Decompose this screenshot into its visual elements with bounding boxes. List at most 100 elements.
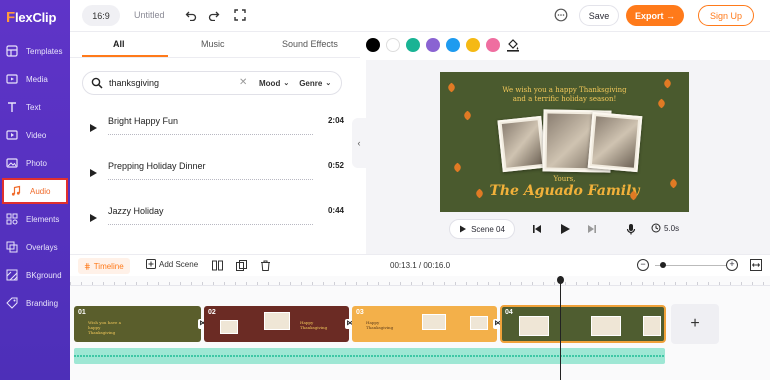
clip-thumbnail <box>470 316 488 330</box>
track-name: Jazzy Holiday <box>108 206 164 216</box>
play-icon[interactable] <box>88 168 98 178</box>
project-title[interactable]: Untitled <box>134 10 165 20</box>
list-item[interactable]: Bright Happy Fun 2:04 <box>88 114 344 148</box>
microphone-icon[interactable] <box>624 222 638 236</box>
sidebar-item-overlays[interactable]: Overlays <box>0 234 70 260</box>
search-input[interactable]: thanksgiving <box>109 78 239 88</box>
genre-dropdown[interactable]: Genre ⌄ <box>299 79 331 88</box>
track-waveform[interactable] <box>108 179 313 181</box>
search-icon <box>91 77 103 89</box>
scene-clip-selected[interactable]: 04 <box>500 305 666 343</box>
list-item[interactable]: Jazzy Holiday 0:44 <box>88 204 344 238</box>
track-waveform[interactable] <box>108 134 313 136</box>
track-duration: 0:44 <box>327 206 344 215</box>
sidebar-item-media[interactable]: Media <box>0 66 70 92</box>
audio-icon <box>10 185 22 197</box>
skip-back-icon[interactable] <box>530 222 544 236</box>
canvas-caption: We wish you a happy Thanksgiving and a t… <box>440 86 689 104</box>
list-item[interactable]: Prepping Holiday Dinner 0:52 <box>88 159 344 193</box>
zoom-out-button[interactable]: − <box>637 259 649 271</box>
flexclip-logo[interactable]: FlexClip <box>6 8 56 26</box>
aspect-ratio-button[interactable]: 16:9 <box>82 5 120 26</box>
swatch-white[interactable] <box>386 38 400 52</box>
background-icon <box>6 269 18 281</box>
sidebar-item-photo[interactable]: Photo <box>0 150 70 176</box>
playhead-handle[interactable] <box>557 276 564 284</box>
media-icon <box>6 73 18 85</box>
zoom-slider-handle[interactable] <box>660 262 666 268</box>
tab-music[interactable]: Music <box>201 39 225 49</box>
sidebar-item-templates[interactable]: Templates <box>0 38 70 64</box>
fullscreen-icon[interactable] <box>233 8 247 22</box>
sidebar-item-video[interactable]: Video <box>0 122 70 148</box>
swatch-yellow[interactable] <box>466 38 480 52</box>
fit-timeline-icon[interactable] <box>750 259 762 271</box>
duplicate-icon[interactable] <box>236 260 247 271</box>
sidebar-item-label: Branding <box>26 298 59 308</box>
chat-icon[interactable] <box>554 8 568 22</box>
skip-forward-icon[interactable] <box>585 222 599 236</box>
delete-icon[interactable] <box>260 260 271 271</box>
tab-sound-effects[interactable]: Sound Effects <box>282 39 338 49</box>
clear-icon[interactable]: ✕ <box>239 78 249 88</box>
sidebar-item-text[interactable]: Text <box>0 94 70 120</box>
swatch-black[interactable] <box>366 38 380 52</box>
add-scene-label: Add Scene <box>159 259 199 269</box>
chevron-left-icon: ‹ <box>357 138 361 148</box>
clip-number: 01 <box>78 309 86 316</box>
sidebar-item-branding[interactable]: Branding <box>0 290 70 316</box>
save-button[interactable]: Save <box>579 5 619 26</box>
video-canvas[interactable]: We wish you a happy Thanksgiving and a t… <box>440 72 689 212</box>
sidebar-item-bkground[interactable]: BKground <box>0 262 70 288</box>
sign-up-button[interactable]: Sign Up <box>698 5 754 26</box>
timeline-icon: ⋕ <box>84 261 91 271</box>
add-clip-button[interactable]: + <box>671 304 719 344</box>
sidebar-item-label: Video <box>26 130 47 140</box>
time-ruler[interactable] <box>70 276 770 286</box>
sidebar-item-label: Templates <box>26 46 63 56</box>
caption-line-1: We wish you a happy Thanksgiving <box>502 86 627 94</box>
scene-clip[interactable]: 01 Wish you have a happy Thanksgiving <box>74 306 201 342</box>
split-icon[interactable] <box>212 260 223 271</box>
logo-f-letter: F <box>6 8 15 26</box>
duration-value: 5.0s <box>664 223 680 233</box>
overlays-icon <box>6 241 18 253</box>
playhead[interactable] <box>560 276 561 380</box>
collapse-panel-button[interactable]: ‹ <box>352 118 366 168</box>
export-button[interactable]: Export → <box>626 5 684 26</box>
zoom-in-button[interactable]: + <box>726 259 738 271</box>
paint-bucket-icon[interactable] <box>506 38 520 52</box>
clip-thumbnail <box>591 316 621 336</box>
scene-play-button[interactable]: Scene 04 <box>449 219 515 239</box>
audio-track[interactable] <box>74 348 665 364</box>
redo-icon[interactable] <box>207 8 221 22</box>
swatch-blue[interactable] <box>446 38 460 52</box>
clip-thumbnail <box>643 316 661 336</box>
tab-all[interactable]: All <box>113 39 125 49</box>
clip-number: 02 <box>208 309 216 316</box>
timeline-toggle-button[interactable]: ⋕ Timeline <box>78 258 130 274</box>
branding-icon <box>6 297 18 309</box>
swatch-teal[interactable] <box>406 38 420 52</box>
canvas-signoff: Yours, <box>553 175 576 183</box>
clip-thumbnail <box>422 314 446 330</box>
undo-icon[interactable] <box>184 8 198 22</box>
play-icon[interactable] <box>88 213 98 223</box>
scene-duration[interactable]: 5.0s <box>651 223 679 233</box>
play-icon[interactable] <box>558 222 572 236</box>
video-icon <box>6 129 18 141</box>
mood-dropdown[interactable]: Mood ⌄ <box>259 79 289 88</box>
scene-clip[interactable]: 03 Happy Thanksgiving <box>352 306 497 342</box>
sidebar-item-elements[interactable]: Elements <box>0 206 70 232</box>
timeline-toolbar: ⋕ Timeline Add Scene 00:13.1 / 00:16.0 −… <box>70 254 770 276</box>
sidebar-item-audio[interactable]: Audio <box>2 178 68 204</box>
sidebar-item-label: Text <box>26 102 41 112</box>
swatch-purple[interactable] <box>426 38 440 52</box>
clip-number: 04 <box>505 309 513 316</box>
track-waveform[interactable] <box>108 224 313 226</box>
add-scene-button[interactable]: Add Scene <box>146 259 198 269</box>
mood-label: Mood <box>259 78 281 88</box>
play-icon[interactable] <box>88 123 98 133</box>
scene-clip[interactable]: 02 Happy Thanksgiving <box>204 306 349 342</box>
swatch-pink[interactable] <box>486 38 500 52</box>
